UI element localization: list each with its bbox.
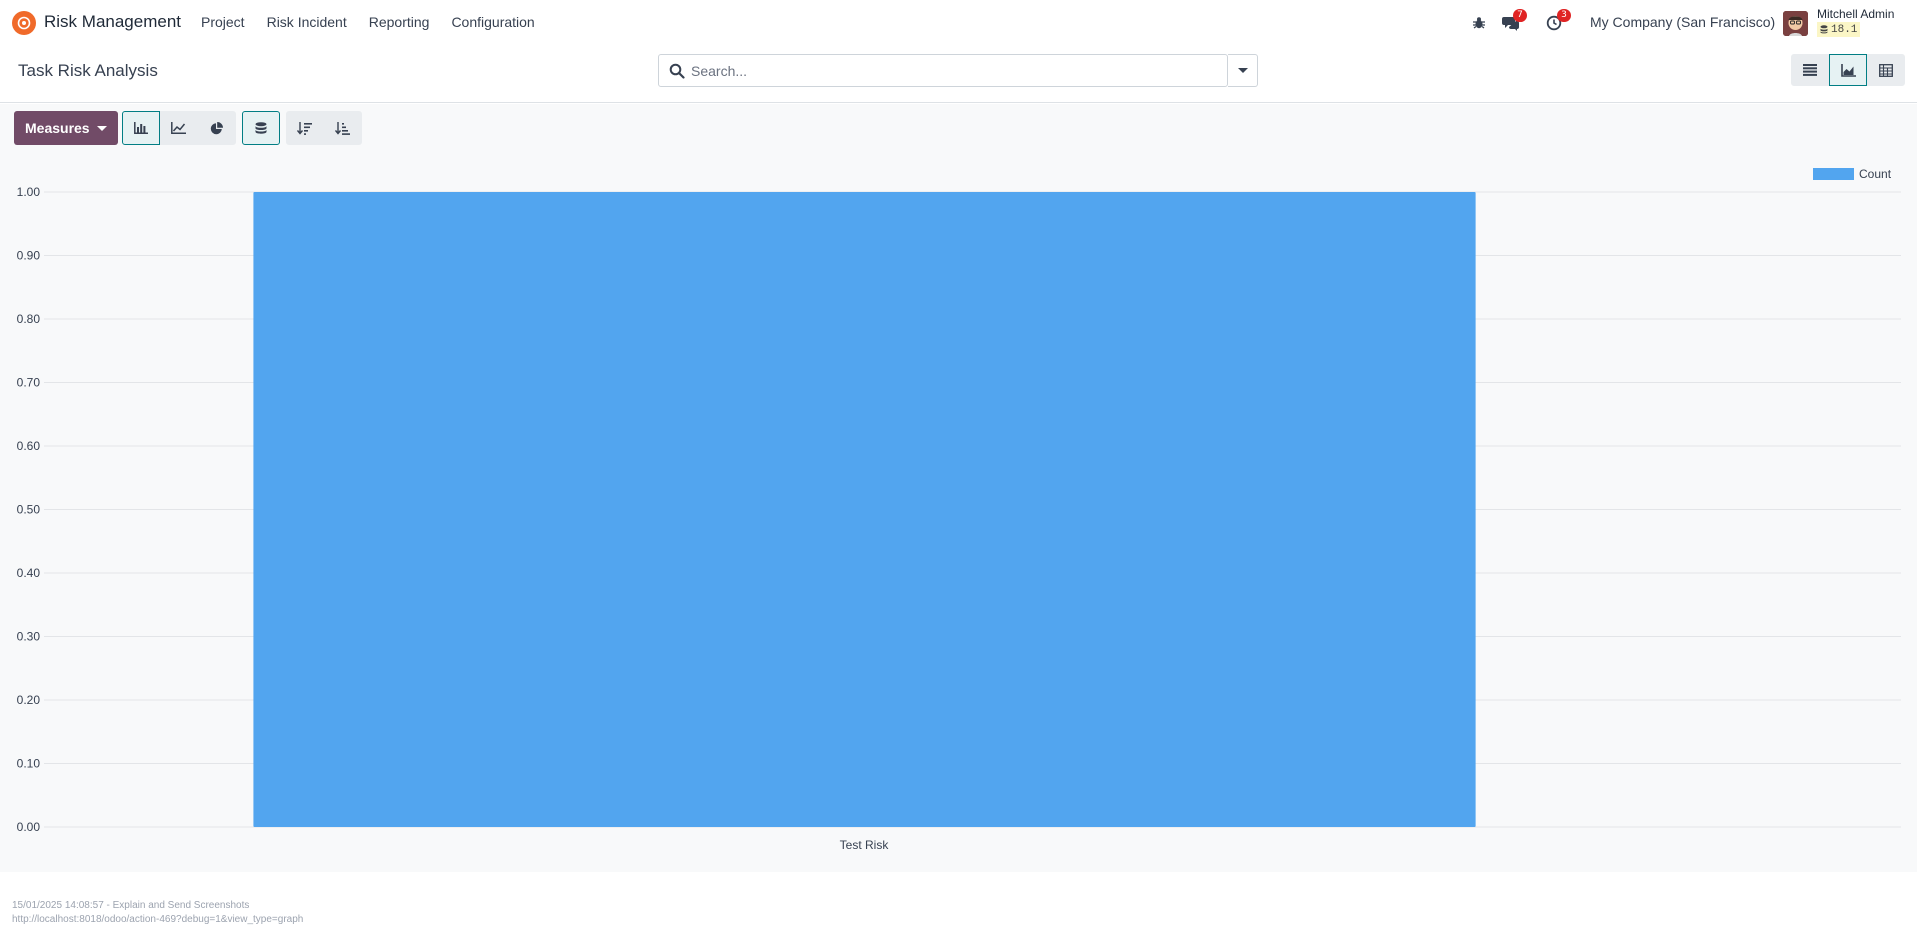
menu-item-reporting[interactable]: Reporting — [369, 14, 430, 30]
menu-item-configuration[interactable]: Configuration — [451, 14, 534, 30]
measures-label: Measures — [25, 120, 90, 136]
stacked-button[interactable] — [241, 111, 280, 145]
app-name[interactable]: Risk Management — [44, 12, 181, 32]
caret-down-icon — [96, 125, 107, 131]
y-tick-label: 0.20 — [17, 693, 41, 707]
search-icon — [669, 63, 685, 79]
debug-bug-icon[interactable] — [1470, 14, 1488, 32]
list-icon — [1803, 64, 1817, 76]
messages-icon[interactable]: 7 — [1501, 9, 1527, 32]
chart-type-group — [121, 111, 236, 145]
control-panel: Task Risk Analysis — [0, 45, 1917, 103]
line-chart-icon — [171, 122, 187, 134]
y-tick-label: 0.50 — [17, 503, 41, 517]
search-box — [658, 54, 1228, 87]
measures-dropdown-button[interactable]: Measures — [14, 111, 118, 145]
x-tick-label: Test Risk — [840, 838, 890, 852]
list-view-button[interactable] — [1791, 54, 1829, 86]
legend-label: Count — [1859, 167, 1892, 181]
graph-toolbar: Measures — [14, 111, 362, 145]
company-switcher[interactable]: My Company (San Francisco) — [1590, 14, 1775, 30]
version-tag: 18.1 — [1817, 22, 1861, 37]
footer-url: http://localhost:8018/odoo/action-469?de… — [12, 914, 304, 925]
stacked-database-icon — [255, 121, 267, 134]
legend-swatch — [1813, 168, 1854, 180]
graph-view: Measures 0.00 0.10 0.20 0.30 0.40 0.50 0… — [0, 104, 1917, 872]
database-icon — [1820, 25, 1828, 34]
sort-descending-button[interactable] — [285, 111, 324, 145]
page-title: Task Risk Analysis — [18, 61, 158, 80]
pie-chart-button[interactable] — [197, 111, 236, 145]
search-options-toggle[interactable] — [1228, 54, 1258, 87]
y-tick-label: 0.90 — [17, 249, 41, 263]
y-tick-label: 0.70 — [17, 376, 41, 390]
stacked-group — [241, 111, 280, 145]
pivot-table-icon — [1879, 63, 1893, 77]
sort-group — [285, 111, 362, 145]
user-avatar[interactable] — [1783, 11, 1808, 36]
caret-down-icon — [1237, 68, 1248, 73]
y-tick-label: 0.00 — [17, 820, 41, 834]
messages-count-badge: 7 — [1513, 9, 1527, 22]
area-chart-icon — [1840, 63, 1856, 77]
y-tick-label: 0.30 — [17, 630, 41, 644]
bar-chart: 0.00 0.10 0.20 0.30 0.40 0.50 0.60 0.70 0.80 0.90… — [17, 167, 1901, 852]
footer: 15/01/2025 14:08:57 - Explain and Send S… — [0, 872, 1917, 939]
menu-item-risk-incident[interactable]: Risk Incident — [267, 14, 347, 30]
bar — [253, 192, 1476, 827]
y-tick-label: 0.60 — [17, 439, 41, 453]
line-chart-button[interactable] — [159, 111, 198, 145]
bar-chart-icon — [133, 122, 148, 134]
graph-view-button[interactable] — [1829, 54, 1867, 86]
pie-chart-icon — [210, 121, 224, 134]
sort-ascending-button[interactable] — [323, 111, 362, 145]
y-tick-label: 0.10 — [17, 757, 41, 771]
version-number: 18.1 — [1831, 23, 1858, 36]
footer-timestamp: 15/01/2025 14:08:57 - Explain and Send S… — [12, 900, 250, 911]
activities-count-badge: 3 — [1557, 9, 1571, 22]
y-tick-label: 0.80 — [17, 312, 41, 326]
bar-chart-button[interactable] — [121, 111, 160, 145]
activities-clock-icon[interactable]: 3 — [1545, 9, 1571, 32]
search-input[interactable] — [691, 56, 1181, 85]
sort-descending-icon — [297, 121, 313, 135]
top-navbar: Risk Management Project Risk Incident Re… — [0, 0, 1917, 45]
pivot-view-button[interactable] — [1867, 54, 1905, 86]
y-tick-label: 1.00 — [17, 185, 41, 199]
user-name[interactable]: Mitchell Admin — [1817, 7, 1894, 21]
view-switcher — [1791, 54, 1905, 86]
sort-ascending-icon — [335, 121, 351, 135]
menu-item-project[interactable]: Project — [201, 14, 245, 30]
main-menu: Project Risk Incident Reporting Configur… — [201, 14, 557, 30]
y-tick-label: 0.40 — [17, 566, 41, 580]
app-logo-icon[interactable] — [12, 11, 36, 35]
